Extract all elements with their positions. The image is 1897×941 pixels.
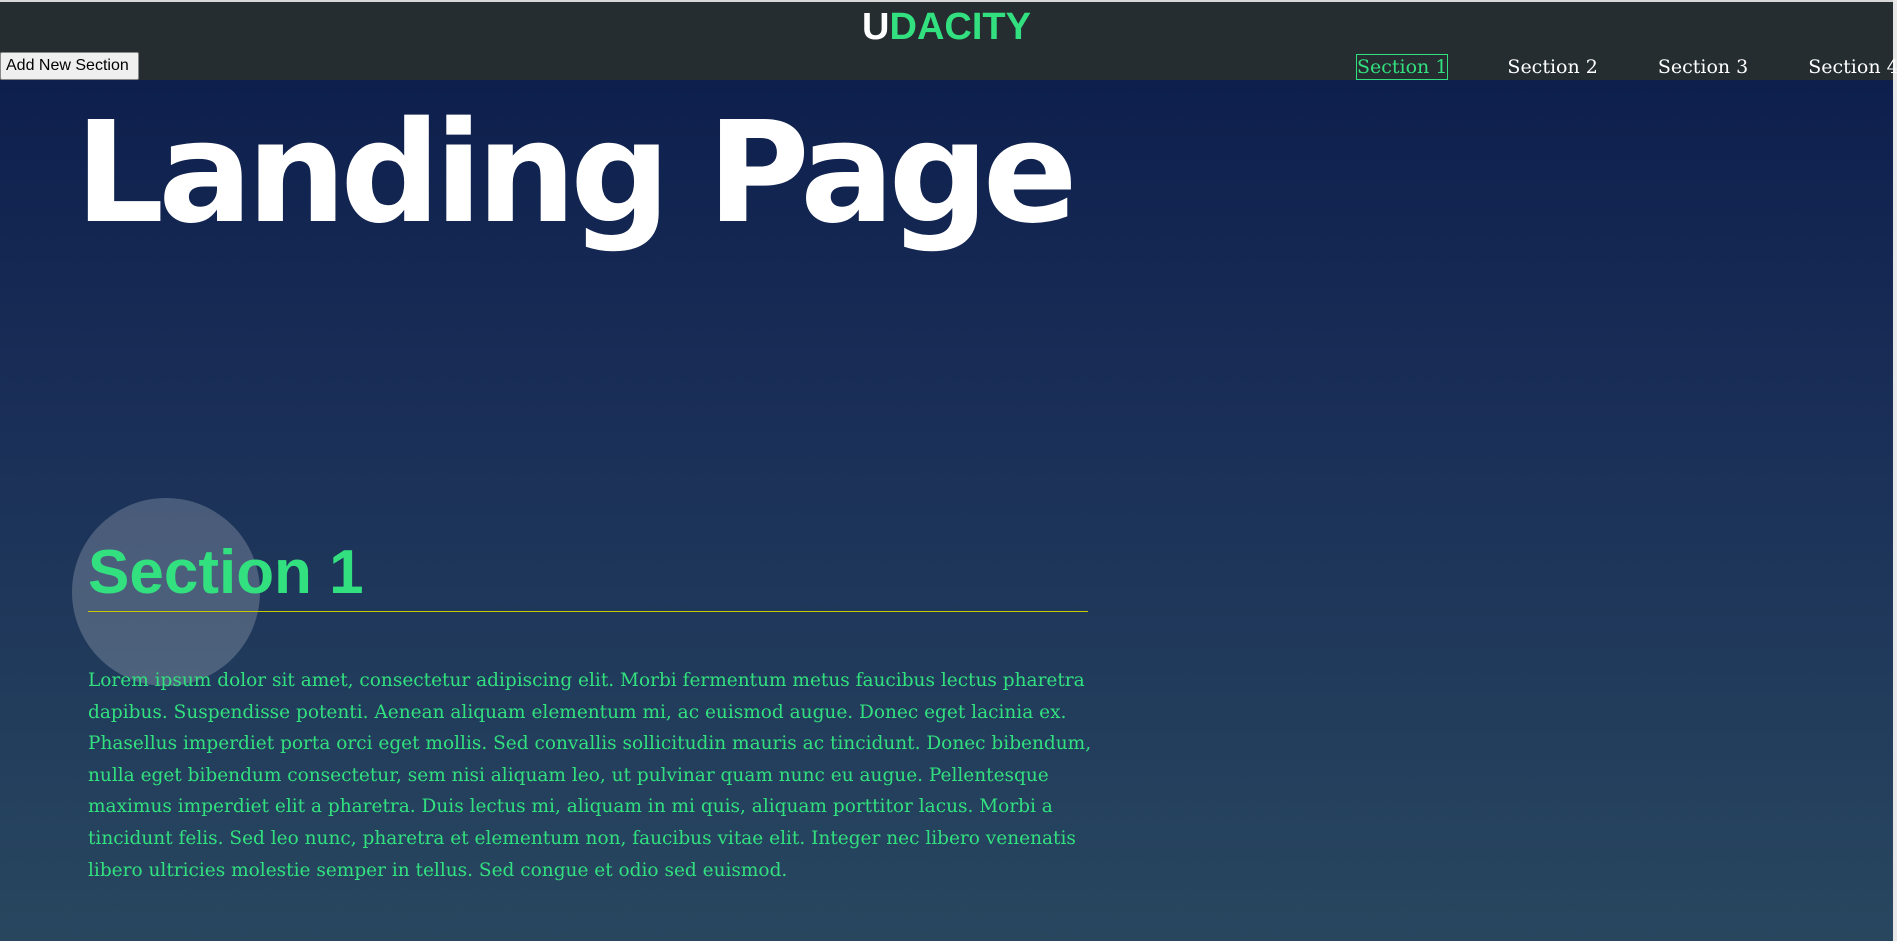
section-heading: Section 1 [88,535,1088,612]
udacity-logo: UDACITY [0,6,1893,49]
add-new-section-button[interactable]: Add New Section [0,52,139,80]
page-header: UDACITY Add New Section Section 1 Sectio… [0,2,1897,80]
page-title: Landing Page [75,92,1078,255]
section-text: Lorem ipsum dolor sit amet, consectetur … [88,670,1092,881]
nav-item-section-3[interactable]: Section 3 [1657,54,1749,80]
nav-item-section-2[interactable]: Section 2 [1506,54,1598,80]
navbar: Section 1 Section 2 Section 3 Section 4 [1356,54,1897,80]
logo-u: U [862,6,890,48]
nav-item-section-4[interactable]: Section 4 [1807,54,1897,80]
scrollbar[interactable] [1893,0,1897,941]
nav-item-section-1[interactable]: Section 1 [1356,54,1449,80]
logo-rest: DACITY [889,6,1031,48]
